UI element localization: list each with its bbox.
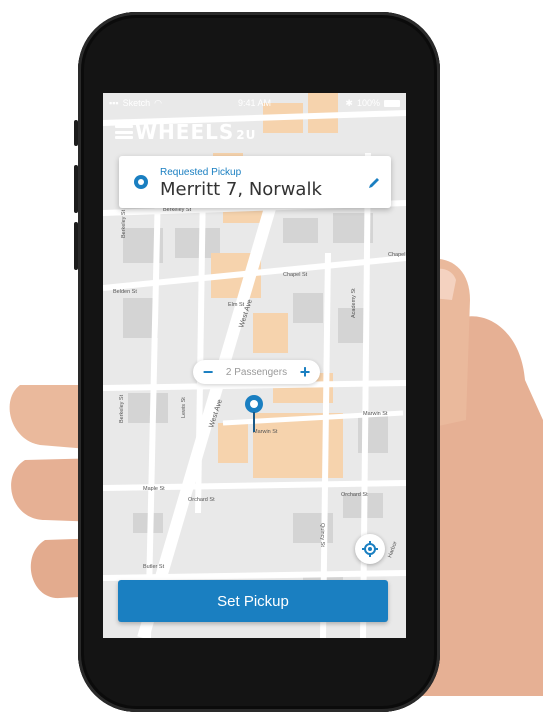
hamburger-menu-icon[interactable] [115, 125, 133, 139]
increase-passengers-button[interactable]: + [298, 363, 312, 381]
street-label: Butler St [143, 564, 165, 570]
street-label: Academy St [351, 288, 357, 318]
app-header: WHEELS 2U [115, 119, 256, 145]
logo-text: WHEELS [135, 120, 235, 144]
app-logo: WHEELS 2U [135, 120, 256, 144]
pickup-label: Requested Pickup [160, 167, 242, 178]
pickup-card[interactable]: Requested Pickup Merritt 7, Norwalk [119, 156, 391, 208]
street-label: Lewis St [181, 397, 187, 418]
street-label: Belden St [113, 289, 137, 295]
pickup-address: Merritt 7, Norwalk [160, 179, 322, 200]
status-bar: ▪▪▪ Sketch ◠ 9:41 AM ✱ 100% [103, 93, 406, 113]
street-label: Orchard St [341, 492, 368, 498]
street-label: Berkeley St [121, 209, 127, 238]
street-label: Chapel St [283, 272, 308, 278]
street-label: Orchard St [188, 497, 215, 503]
phone-side-button [74, 165, 78, 213]
street-label: Elm St [228, 302, 245, 308]
status-time: 9:41 AM [237, 98, 272, 108]
logo-suffix: 2U [236, 128, 257, 142]
pencil-icon[interactable] [367, 176, 381, 190]
phone-side-button [74, 120, 78, 146]
passenger-count: 2 Passengers [225, 366, 288, 378]
crosshair-icon [362, 541, 378, 557]
set-pickup-button[interactable]: Set Pickup [118, 580, 388, 622]
phone-side-button [74, 222, 78, 270]
passenger-stepper: − 2 Passengers + [193, 360, 320, 384]
phone-screen: Berkeley St Belden St Elm St Chapel St C… [103, 93, 406, 638]
street-label: Maple St [143, 486, 165, 492]
decrease-passengers-button[interactable]: − [201, 363, 215, 381]
locate-me-button[interactable] [355, 534, 385, 564]
street-label: Chapel [388, 252, 405, 258]
street-label: Berkeley St [119, 394, 125, 423]
street-label: Marwin St [363, 411, 388, 417]
location-pin-icon [134, 175, 148, 189]
map-pin-icon[interactable] [243, 393, 265, 433]
street-label: Quincy St [319, 523, 325, 547]
